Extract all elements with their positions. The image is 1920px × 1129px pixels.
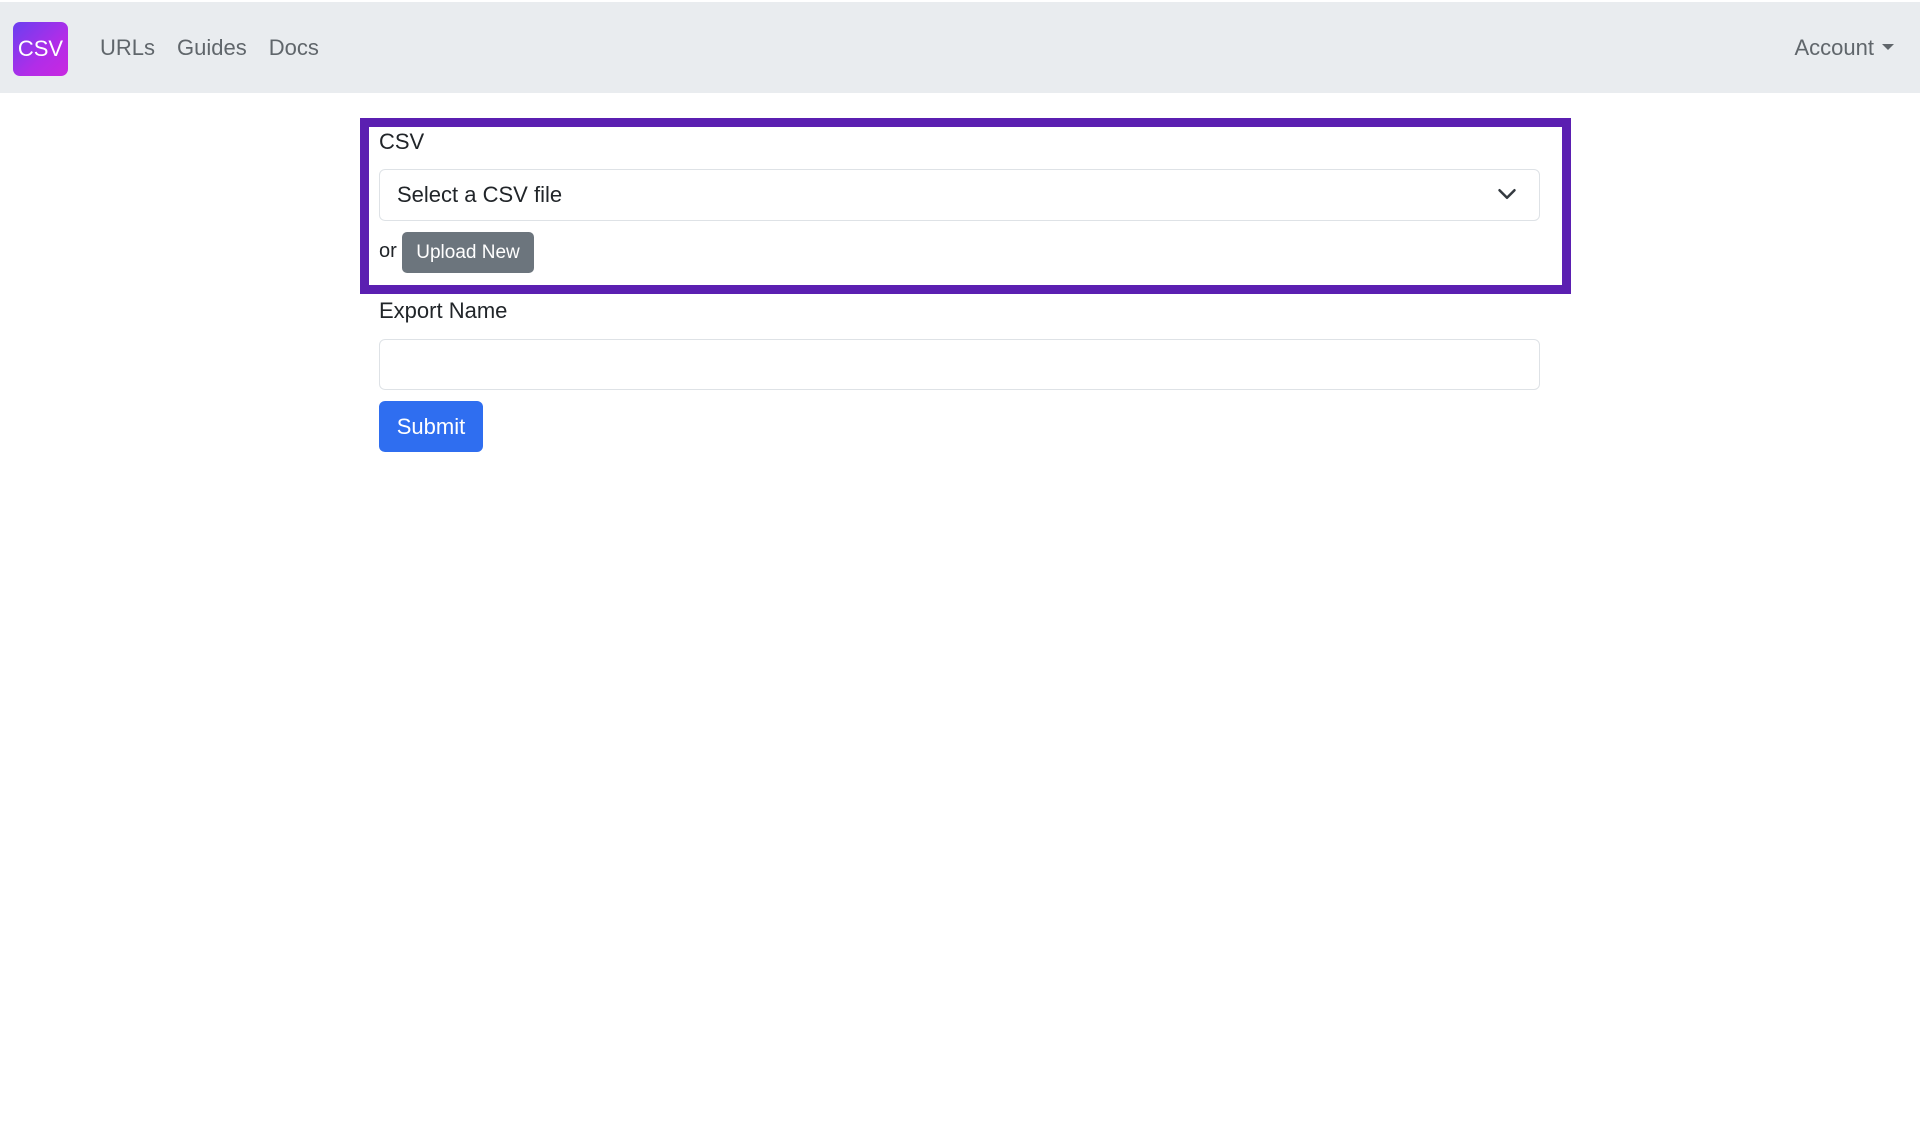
nav-links: URLs Guides Docs <box>100 2 341 93</box>
export-name-label: Export Name <box>379 298 508 323</box>
submit-button[interactable]: Submit <box>379 401 483 452</box>
nav-link-guides[interactable]: Guides <box>177 35 247 61</box>
navbar: CSV URLs Guides Docs Account <box>0 2 1920 93</box>
csv-select-value: Select a CSV file <box>397 182 563 207</box>
nav-link-urls[interactable]: URLs <box>100 35 155 61</box>
or-text: or <box>379 240 397 262</box>
account-label: Account <box>1794 34 1875 60</box>
account-dropdown[interactable]: Account <box>1794 2 1894 93</box>
export-name-input[interactable] <box>379 339 1540 390</box>
logo[interactable]: CSV <box>13 22 68 76</box>
chevron-down-icon <box>1498 189 1516 199</box>
caret-down-icon <box>1882 43 1894 50</box>
nav-link-docs[interactable]: Docs <box>269 35 319 61</box>
upload-new-button[interactable]: Upload New <box>402 232 534 273</box>
csv-label: CSV <box>379 129 425 154</box>
csv-select[interactable]: Select a CSV file <box>379 169 1540 221</box>
